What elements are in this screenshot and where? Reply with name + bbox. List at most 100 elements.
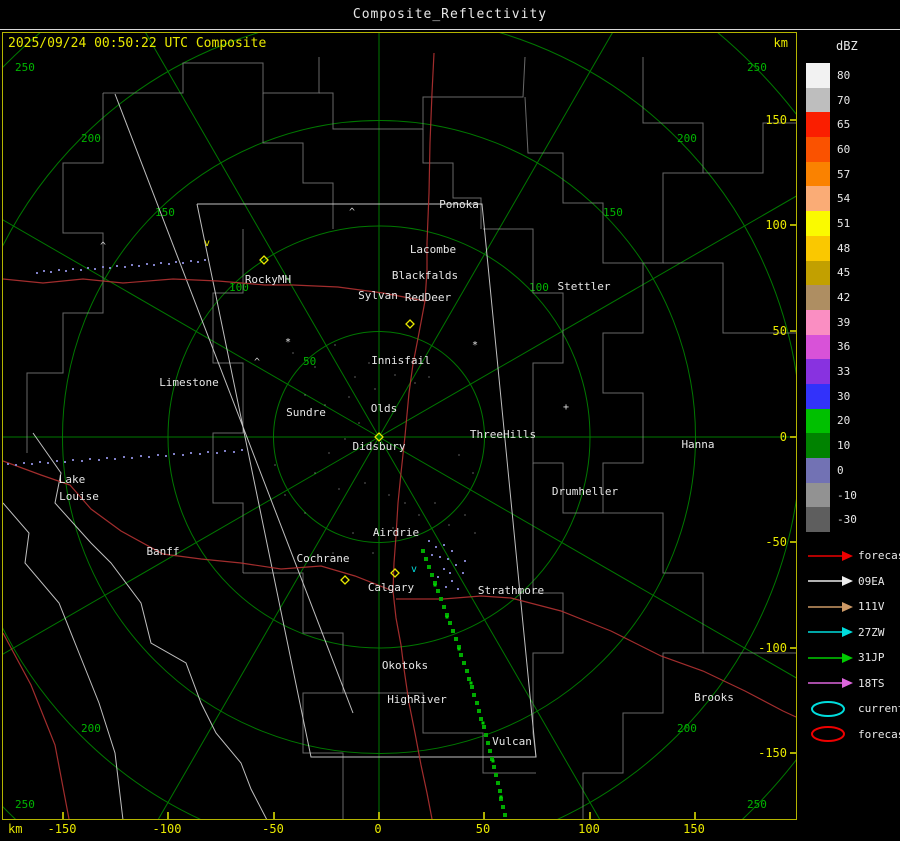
county-boundary-line (663, 262, 796, 334)
right-axis-label: -150 (758, 746, 787, 760)
radar-site-icon (405, 319, 415, 329)
track-ellipse-icon (811, 726, 845, 743)
colorbar-value-label: 30 (837, 389, 851, 403)
arrow-head (842, 601, 853, 612)
bottom-axis-label: 0 (374, 822, 382, 836)
city-label: Lacombe (410, 243, 456, 256)
legend-row: forecast (806, 543, 900, 569)
colorbar-swatch (806, 334, 830, 360)
reflectivity-echo (482, 725, 486, 729)
reflectivity-echo (428, 376, 430, 378)
reflectivity-echo (116, 265, 118, 267)
colorbar-row: 39 (806, 309, 857, 335)
track-arrow-icon (808, 576, 853, 587)
bottom-axis: km -150 -100 -50 0 50 100 150 (0, 821, 800, 839)
track-legend: forecast 09EA 111V 27ZW 31JP 18TS current forec… (806, 543, 900, 747)
range-ring-label: 200 (81, 132, 101, 145)
city-label: Strathmore (478, 584, 544, 597)
reflectivity-echo (481, 721, 485, 725)
point-marker-icon: + (563, 402, 569, 413)
reflectivity-echo (467, 677, 471, 681)
reflectivity-echo (31, 463, 33, 465)
colorbar-value-label: 65 (837, 118, 851, 132)
azimuth-spoke (378, 33, 613, 438)
reflectivity-echo (39, 461, 41, 463)
dbz-colorbar: 80 70 65 60 57 54 51 48 45 42 39 36 33 30 20 10 0 -10 -30 (806, 63, 857, 533)
reflectivity-echo (146, 263, 148, 265)
colorbar-swatch (806, 211, 830, 236)
legend-row: 31JP (806, 645, 900, 671)
reflectivity-echo (447, 558, 449, 560)
reflectivity-echo (436, 589, 440, 593)
reflectivity-echo (182, 454, 184, 456)
bottom-axis-label: -150 (47, 822, 77, 836)
reflectivity-echo (437, 576, 439, 578)
reflectivity-echo (474, 532, 476, 534)
reflectivity-echo (464, 514, 466, 516)
reflectivity-echo (358, 422, 360, 424)
reflectivity-echo (470, 685, 474, 689)
arrow-head (842, 678, 853, 689)
reflectivity-echo (157, 454, 159, 456)
reflectivity-echo (439, 556, 441, 558)
colorbar-row: 30 (806, 383, 857, 409)
radar-map-canvas: 50 100 150 200 250 100 150 200 250 200 250 200 250 Po… (3, 33, 796, 819)
colorbar-value-label: 10 (837, 439, 851, 453)
reflectivity-echo (496, 781, 500, 785)
arrow-head (842, 576, 853, 587)
range-ring-label: 250 (15, 61, 35, 74)
colorbar-value-label: 48 (837, 241, 851, 255)
colorbar-title: dBZ (836, 39, 858, 53)
reflectivity-echo (484, 733, 488, 737)
colorbar-row: 45 (806, 260, 857, 286)
right-axis-label: -50 (765, 535, 787, 549)
reflectivity-echo (475, 701, 479, 705)
colorbar-row: 57 (806, 161, 857, 187)
city-label: HighRiver (387, 693, 447, 706)
point-marker-icon: ^ (349, 207, 355, 218)
legend-row: 09EA (806, 569, 900, 595)
reflectivity-echo (94, 268, 96, 270)
colorbar-swatch (806, 161, 830, 187)
colorbar-swatch (806, 186, 830, 212)
colorbar-row: 0 (806, 458, 857, 483)
colorbar-row: 33 (806, 359, 857, 384)
city-label: Louise (59, 490, 99, 503)
colorbar-value-label: 70 (837, 93, 851, 107)
colorbar-swatch (806, 507, 830, 533)
bottom-axis-label: 100 (578, 822, 600, 836)
reflectivity-echo (451, 629, 455, 633)
reflectivity-echo (114, 458, 116, 460)
reflectivity-echo (394, 374, 396, 376)
colorbar-row: 80 (806, 63, 857, 88)
reflectivity-echo (328, 452, 330, 454)
reflectivity-echo (36, 272, 38, 274)
reflectivity-echo (241, 449, 243, 451)
right-axis-label: 50 (773, 324, 787, 338)
city-label: Drumheller (552, 485, 619, 498)
reflectivity-echo (459, 653, 463, 657)
timestamp-label: 2025/09/24 00:50:22 UTC Composite (8, 36, 267, 51)
colorbar-swatch (806, 235, 830, 261)
reflectivity-echo (168, 263, 170, 265)
radar-plot-frame: 50 100 150 200 250 100 150 200 250 200 250 200 250 Po… (2, 32, 797, 820)
reflectivity-echo (64, 461, 66, 463)
city-label: ThreeHills (470, 428, 536, 441)
point-marker-icon: v (411, 564, 417, 575)
reflectivity-echo (81, 460, 83, 462)
colorbar-swatch (806, 383, 830, 409)
legend-row: 18TS (806, 671, 900, 697)
reflectivity-echo (464, 560, 466, 562)
ellipse-outline (811, 700, 845, 717)
reflectivity-echo (175, 261, 177, 263)
reflectivity-echo (204, 259, 206, 261)
colorbar-value-label: 80 (837, 68, 851, 82)
legend-label: forecast (858, 549, 900, 563)
reflectivity-echo (492, 765, 496, 769)
colorbar-swatch (806, 408, 830, 434)
reflectivity-echo (434, 502, 436, 504)
legend-row: current (806, 696, 900, 722)
county-boundary-line (483, 228, 603, 514)
reflectivity-echo (445, 586, 447, 588)
colorbar-swatch (806, 285, 830, 310)
